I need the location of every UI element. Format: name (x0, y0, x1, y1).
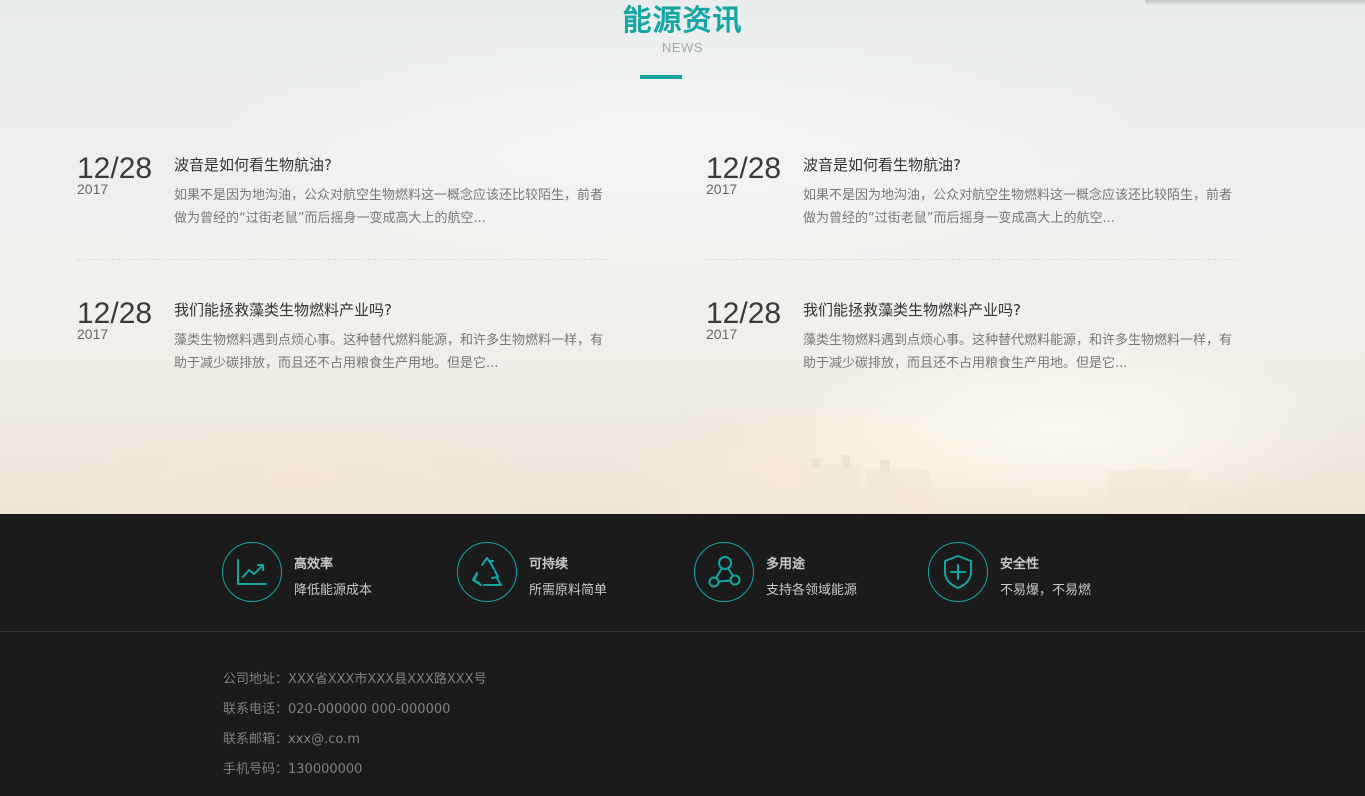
contact-mobile: 手机号码：130000000 (223, 762, 363, 777)
features-bar: 高效率 降低能源成本 可持续 所需原料简单 多用途 支持各领域能源 安全性 不易… (0, 514, 1365, 632)
section-subtitle: NEWS (662, 40, 703, 55)
feature-title: 多用途 (766, 557, 806, 572)
contact-footer: 公司地址：XXX省XXX市XXX县XXX路XXX号 联系电话：020-00000… (0, 633, 1365, 796)
feature-efficiency: 高效率 降低能源成本 (222, 542, 452, 602)
news-date-day: 12/28 (77, 152, 153, 185)
feature-desc: 所需原料简单 (529, 583, 608, 598)
feature-icon-circle (928, 542, 988, 602)
news-excerpt: 藻类生物燃料遇到点烦心事。这种替代燃料能源，和许多生物燃料一样，有助于减少碳排放… (803, 333, 1233, 371)
news-title-link[interactable]: 波音是如何看生物航油? (803, 155, 1233, 175)
news-divider (706, 259, 1236, 260)
news-title-link[interactable]: 波音是如何看生物航油? (174, 155, 604, 175)
news-title-link[interactable]: 我们能拯救藻类生物燃料产业吗? (174, 300, 604, 320)
feature-title: 高效率 (294, 557, 334, 572)
feature-icon-circle (222, 542, 282, 602)
news-excerpt: 藻类生物燃料遇到点烦心事。这种替代燃料能源，和许多生物燃料一样，有助于减少碳排放… (174, 333, 604, 371)
feature-sustainable: 可持续 所需原料简单 (457, 542, 687, 602)
news-title-link[interactable]: 我们能拯救藻类生物燃料产业吗? (803, 300, 1233, 320)
news-item[interactable]: 12/28 2017 我们能拯救藻类生物燃料产业吗? 藻类生物燃料遇到点烦心事。… (77, 299, 607, 409)
news-date-day: 12/28 (77, 297, 153, 330)
feature-safety: 安全性 不易爆，不易燃 (928, 542, 1158, 602)
news-date-year: 2017 (706, 181, 738, 197)
news-section: 能源资讯 NEWS 12/28 2017 波音是如何看生物航油? 如果不是因为地… (0, 0, 1365, 514)
feature-icon-circle (694, 542, 754, 602)
feature-desc: 支持各领域能源 (766, 583, 858, 598)
news-date-year: 2017 (706, 326, 738, 342)
feature-title: 可持续 (529, 557, 569, 572)
news-date-year: 2017 (77, 326, 109, 342)
news-date-year: 2017 (77, 181, 109, 197)
line-chart-icon (237, 559, 267, 585)
news-item[interactable]: 12/28 2017 我们能拯救藻类生物燃料产业吗? 藻类生物燃料遇到点烦心事。… (706, 299, 1236, 409)
recycle-icon (472, 557, 502, 586)
news-date-day: 12/28 (706, 152, 782, 185)
share-nodes-icon (708, 556, 741, 588)
news-item[interactable]: 12/28 2017 波音是如何看生物航油? 如果不是因为地沟油，公众对航空生物… (706, 154, 1236, 264)
feature-versatile: 多用途 支持各领域能源 (694, 542, 924, 602)
shield-plus-icon (944, 555, 972, 589)
section-title: 能源资讯 (622, 3, 743, 37)
contact-phone: 联系电话：020-000000 000-000000 (223, 702, 451, 717)
news-item[interactable]: 12/28 2017 波音是如何看生物航油? 如果不是因为地沟油，公众对航空生物… (77, 154, 607, 264)
title-underline (640, 75, 682, 79)
news-divider (77, 259, 607, 260)
contact-email: 联系邮箱：xxx@.co.m (223, 732, 360, 747)
contact-address: 公司地址：XXX省XXX市XXX县XXX路XXX号 (223, 672, 487, 687)
feature-desc: 不易爆，不易燃 (1000, 583, 1092, 598)
feature-title: 安全性 (1000, 557, 1040, 572)
news-excerpt: 如果不是因为地沟油，公众对航空生物燃料这一概念应该还比较陌生，前者做为曾经的“过… (174, 188, 604, 226)
news-date-day: 12/28 (706, 297, 782, 330)
feature-icon-circle (457, 542, 517, 602)
feature-desc: 降低能源成本 (294, 583, 373, 598)
news-excerpt: 如果不是因为地沟油，公众对航空生物燃料这一概念应该还比较陌生，前者做为曾经的“过… (803, 188, 1233, 226)
